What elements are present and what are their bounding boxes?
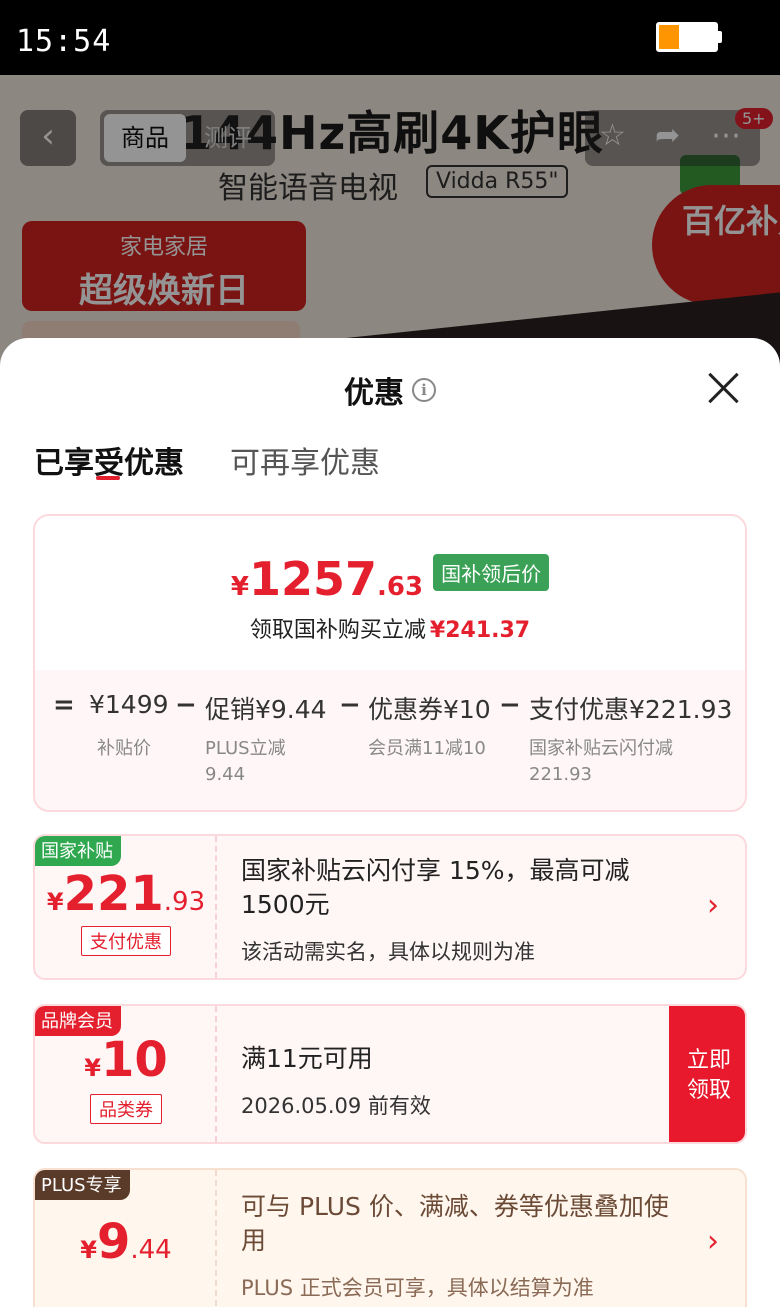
final-price: ¥1257.63 国补领后价 xyxy=(35,552,745,606)
claim-now-label: 领取 xyxy=(686,1078,731,1103)
final-price-dec: .63 xyxy=(377,572,424,602)
coupon-type-tag: 支付优惠 xyxy=(35,926,217,956)
info-icon[interactable]: i xyxy=(412,378,436,402)
status-time: 15:54 xyxy=(16,24,112,59)
final-price-int: 1257 xyxy=(249,552,378,606)
coupon-title: 国家补贴云闪付享 15%，最高可减 1500元 xyxy=(241,856,630,919)
breakdown-value: 优惠券¥10 xyxy=(368,695,491,724)
breakdown-value: ¥1499 xyxy=(89,690,169,719)
coupon-plus-exclusive[interactable]: PLUS专享 ¥9.44 可与 PLUS 价、满减、券等优惠叠加使用 PLUS … xyxy=(33,1168,747,1307)
coupon-currency: ¥ xyxy=(84,1054,101,1082)
coupon-amount-int: 10 xyxy=(100,1032,168,1088)
product-header: 144Hz高刷4K护眼 智能语音电视 Vidda R55" 家电家居 超级焕新日… xyxy=(0,75,780,375)
coupon-amount-dec: .93 xyxy=(163,887,206,917)
battery-icon xyxy=(656,22,718,52)
corner-tag: 国家补贴 xyxy=(35,836,121,866)
breakdown-note: 国家补贴云闪付减 221.93 xyxy=(529,738,673,785)
save-amount: ¥241.37 xyxy=(429,618,531,643)
coupon-title: 可与 PLUS 价、满减、券等优惠叠加使用 xyxy=(241,1192,669,1255)
coupon-amount-int: 221 xyxy=(63,866,164,922)
coupon-subtitle: 2026.05.09 前有效 xyxy=(241,1094,431,1118)
chevron-right-icon[interactable]: › xyxy=(707,888,719,923)
coupon-type-tag: 品类券 xyxy=(35,1094,217,1124)
coupon-amount: ¥221.93 xyxy=(35,866,217,922)
claim-now-button[interactable]: 立即 领取 xyxy=(669,1006,745,1142)
save-line: 领取国补购买立减 ¥241.37 xyxy=(35,612,745,644)
tab-underline xyxy=(96,476,120,480)
coupon-subtitle: PLUS 正式会员可享，具体以结算为准 xyxy=(241,1276,594,1300)
coupon-amount-panel: PLUS专享 ¥9.44 xyxy=(35,1170,217,1307)
claim-now-label: 立即 xyxy=(686,1048,731,1073)
status-bar: 15:54 xyxy=(0,0,780,75)
battery-level xyxy=(659,25,679,49)
coupon-currency: ¥ xyxy=(46,888,64,916)
sheet-title-text: 优惠 xyxy=(344,376,404,411)
close-icon[interactable] xyxy=(706,370,742,406)
breakdown-note: PLUS立减 9.44 xyxy=(205,738,286,785)
coupon-amount-panel: 品牌会员 ¥10 品类券 xyxy=(35,1006,217,1142)
breakdown-op: − xyxy=(339,690,361,720)
coupon-amount-int: 9 xyxy=(96,1214,131,1270)
breakdown-value: 支付优惠¥221.93 xyxy=(529,695,733,724)
coupon-amount: ¥10 xyxy=(35,1032,217,1088)
save-text: 领取国补购买立减 xyxy=(249,618,426,643)
sheet-title: 优惠 i xyxy=(0,368,780,412)
coupon-type-label: 品类券 xyxy=(90,1094,162,1124)
breakdown-note: 补贴价 xyxy=(97,738,151,759)
summary-top: ¥1257.63 国补领后价 领取国补购买立减 ¥241.37 xyxy=(35,516,745,670)
coupon-currency: ¥ xyxy=(80,1236,97,1264)
price-breakdown: = ¥1499 补贴价 − 促销¥9.44 PLUS立减 9.44 − 优惠券¥… xyxy=(35,670,745,810)
battery-tip xyxy=(718,31,722,43)
coupon-subtitle: 该活动需实名，具体以规则为准 xyxy=(241,940,535,964)
subsidy-price-tag: 国补领后价 xyxy=(433,554,550,591)
corner-tag: PLUS专享 xyxy=(35,1170,130,1200)
price-summary-card: ¥1257.63 国补领后价 领取国补购买立减 ¥241.37 = ¥1499 补贴… xyxy=(33,514,747,812)
overlay-dim[interactable] xyxy=(0,75,780,375)
chevron-right-icon[interactable]: › xyxy=(707,1224,719,1259)
final-price-currency: ¥ xyxy=(230,572,249,602)
coupon-amount: ¥9.44 xyxy=(35,1214,217,1270)
breakdown-value: 促销¥9.44 xyxy=(205,695,327,724)
coupon-type-label: 支付优惠 xyxy=(81,926,171,956)
coupon-amount-panel: 国家补贴 ¥221.93 支付优惠 xyxy=(35,836,217,978)
tab-more-discounts[interactable]: 可再享优惠 xyxy=(230,438,380,482)
breakdown-note: 会员满11减10 xyxy=(368,738,486,759)
coupon-national-subsidy[interactable]: 国家补贴 ¥221.93 支付优惠 国家补贴云闪付享 15%，最高可减 1500… xyxy=(33,834,747,980)
breakdown-op: − xyxy=(175,690,197,720)
coupon-brand-member: 品牌会员 ¥10 品类券 满11元可用 2026.05.09 前有效 立即领取 xyxy=(33,1004,747,1144)
coupon-title: 满11元可用 xyxy=(241,1044,373,1073)
breakdown-op: − xyxy=(499,690,521,720)
coupon-amount-dec: .44 xyxy=(130,1235,172,1265)
breakdown-op: = xyxy=(53,690,75,720)
discount-sheet: 优惠 i 已享受优惠 可再享优惠 ¥1257.63 国补领后价 领取国补购买立减 ¥2… xyxy=(0,338,780,1307)
